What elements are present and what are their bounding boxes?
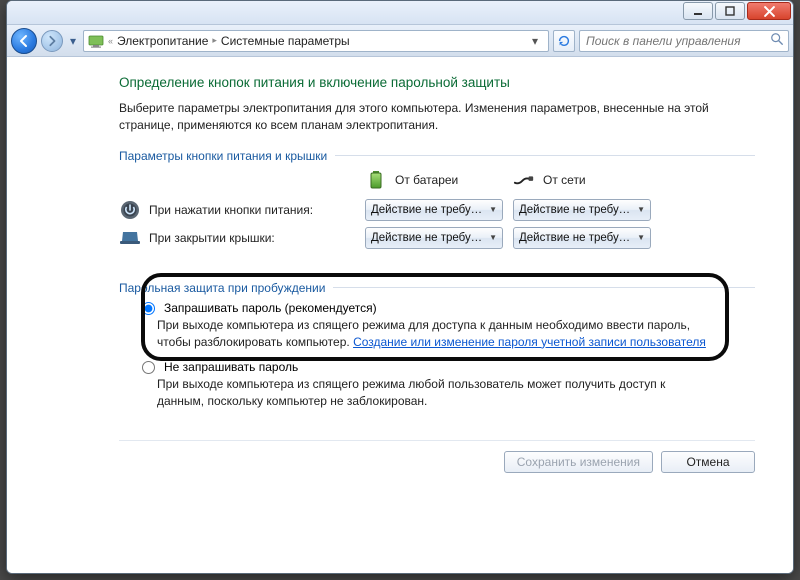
row-lid-close: При закрытии крышки: Действие не требует… <box>119 227 755 249</box>
section-buttons-lid: Параметры кнопки питания и крышки <box>119 149 755 163</box>
row-power-button-label: При нажатии кнопки питания: <box>149 203 313 217</box>
refresh-button[interactable] <box>553 30 575 52</box>
nav-back-button[interactable] <box>11 28 37 54</box>
divider <box>335 155 755 156</box>
address-dropdown-icon[interactable]: ▾ <box>526 31 544 51</box>
page-title: Определение кнопок питания и включение п… <box>119 75 755 90</box>
search-input[interactable] <box>584 33 770 49</box>
maximize-button[interactable] <box>715 2 745 20</box>
close-button[interactable] <box>747 2 791 20</box>
address-bar: ▾ « Электропитание ▸ Системные параметры… <box>7 25 793 57</box>
create-change-password-link[interactable]: Создание или изменение пароля учетной за… <box>353 335 706 349</box>
nav-history-dropdown[interactable]: ▾ <box>67 28 79 54</box>
battery-icon <box>365 169 387 191</box>
chevron-down-icon: ▼ <box>489 233 497 242</box>
chevron-right-icon: ▸ <box>212 35 217 46</box>
control-panel-icon <box>88 33 104 49</box>
titlebar <box>7 1 793 25</box>
power-button-icon <box>119 199 141 221</box>
lid-close-ac-select[interactable]: Действие не требуется ▼ <box>513 227 651 249</box>
radio-no-password-input[interactable] <box>142 361 155 374</box>
chevron-down-icon: ▼ <box>637 233 645 242</box>
content-area: Определение кнопок питания и включение п… <box>7 57 793 573</box>
chevron-down-icon: ▼ <box>637 205 645 214</box>
cancel-button[interactable]: Отмена <box>661 451 755 473</box>
section-password-label: Парольная защита при пробуждении <box>119 281 325 295</box>
minimize-button[interactable] <box>683 2 713 20</box>
power-button-ac-select[interactable]: Действие не требуется ▼ <box>513 199 651 221</box>
col-ac-label: От сети <box>543 173 586 187</box>
breadcrumb-address[interactable]: « Электропитание ▸ Системные параметры ▾ <box>83 30 549 52</box>
lid-close-battery-select[interactable]: Действие не требуется ▼ <box>365 227 503 249</box>
nav-forward-button[interactable] <box>41 30 63 52</box>
save-button[interactable]: Сохранить изменения <box>504 451 653 473</box>
radio-require-password-input[interactable] <box>142 302 155 315</box>
window-frame: ▾ « Электропитание ▸ Системные параметры… <box>6 0 794 574</box>
chevron-right-icon: « <box>108 36 113 46</box>
breadcrumb-item-system[interactable]: Системные параметры <box>221 34 350 48</box>
footer-divider <box>119 440 755 441</box>
chevron-down-icon: ▼ <box>489 205 497 214</box>
search-box[interactable] <box>579 30 789 52</box>
radio-require-password[interactable]: Запрашивать пароль (рекомендуется) <box>137 301 755 315</box>
search-icon <box>770 32 784 49</box>
no-password-desc: При выходе компьютера из спящего режима … <box>157 376 709 410</box>
ac-plug-icon <box>513 169 535 191</box>
radio-no-password[interactable]: Не запрашивать пароль <box>137 360 755 374</box>
footer-buttons: Сохранить изменения Отмена <box>119 451 755 479</box>
row-power-button: При нажатии кнопки питания: Действие не … <box>119 199 755 221</box>
section-buttons-label: Параметры кнопки питания и крышки <box>119 149 327 163</box>
page-intro: Выберите параметры электропитания для эт… <box>119 100 755 135</box>
section-password: Парольная защита при пробуждении <box>119 281 755 295</box>
breadcrumb-item-power[interactable]: Электропитание <box>117 34 208 48</box>
divider <box>333 287 755 288</box>
require-password-desc: При выходе компьютера из спящего режима … <box>157 317 709 351</box>
laptop-icon <box>119 227 141 249</box>
radio-no-password-label: Не запрашивать пароль <box>164 360 298 374</box>
columns-header: От батареи От сети <box>119 169 755 191</box>
col-battery-label: От батареи <box>395 173 458 187</box>
radio-require-password-label: Запрашивать пароль (рекомендуется) <box>164 301 377 315</box>
row-lid-close-label: При закрытии крышки: <box>149 231 275 245</box>
power-button-battery-select[interactable]: Действие не требуется ▼ <box>365 199 503 221</box>
